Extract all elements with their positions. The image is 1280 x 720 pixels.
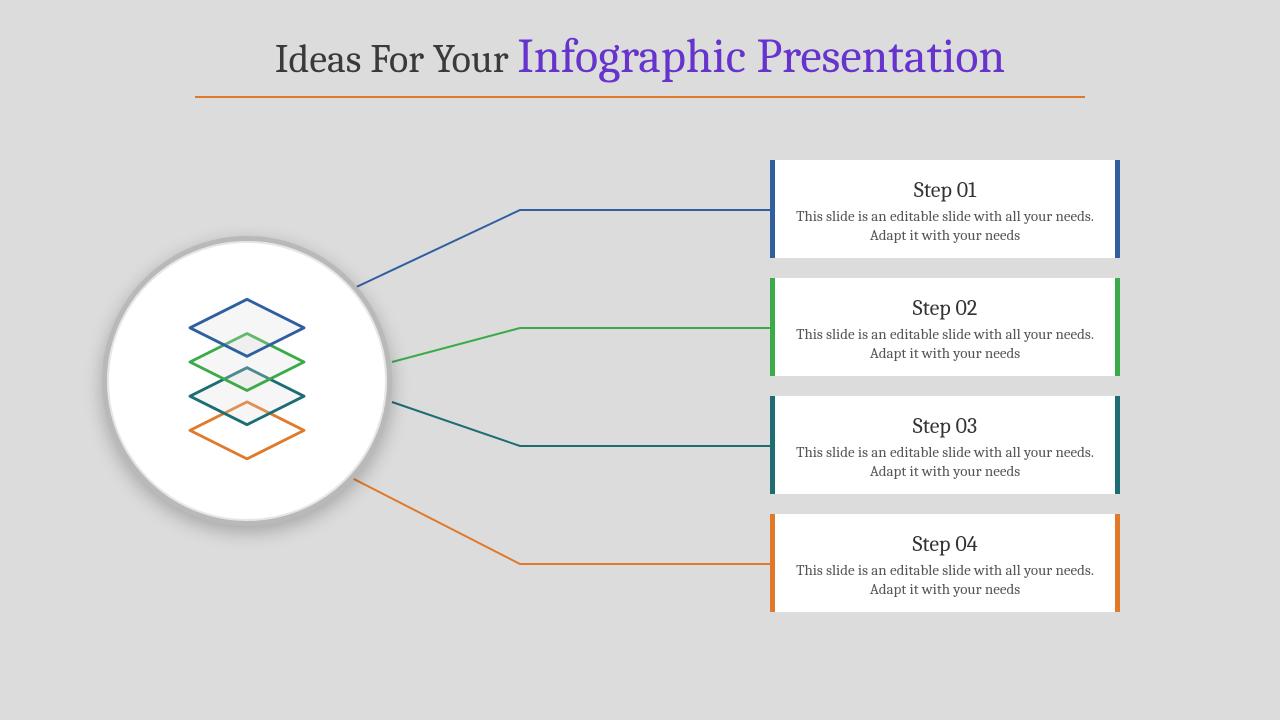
- connector-step4: [348, 476, 770, 564]
- slide-title: Ideas For Your Infographic Presentation: [0, 28, 1280, 98]
- step-desc: This slide is an editable slide with all…: [793, 561, 1097, 600]
- step-title: Step 01: [793, 177, 1097, 203]
- step-card-2: Step 02 This slide is an editable slide …: [770, 278, 1120, 376]
- layers-icon: [152, 286, 342, 476]
- step-title: Step 02: [793, 295, 1097, 321]
- connector-step1: [350, 210, 770, 290]
- title-underline: [195, 96, 1085, 98]
- connector-step3: [392, 402, 770, 446]
- steps-list: Step 01 This slide is an editable slide …: [770, 160, 1120, 632]
- step-card-4: Step 04 This slide is an editable slide …: [770, 514, 1120, 612]
- title-prefix: Ideas For Your: [275, 36, 518, 82]
- step-card-3: Step 03 This slide is an editable slide …: [770, 396, 1120, 494]
- step-title: Step 03: [793, 413, 1097, 439]
- step-desc: This slide is an editable slide with all…: [793, 207, 1097, 246]
- connector-step2: [392, 328, 770, 362]
- hub-circle: [102, 236, 392, 526]
- step-card-1: Step 01 This slide is an editable slide …: [770, 160, 1120, 258]
- step-title: Step 04: [793, 531, 1097, 557]
- step-desc: This slide is an editable slide with all…: [793, 443, 1097, 482]
- title-main: Infographic Presentation: [517, 29, 1005, 84]
- step-desc: This slide is an editable slide with all…: [793, 325, 1097, 364]
